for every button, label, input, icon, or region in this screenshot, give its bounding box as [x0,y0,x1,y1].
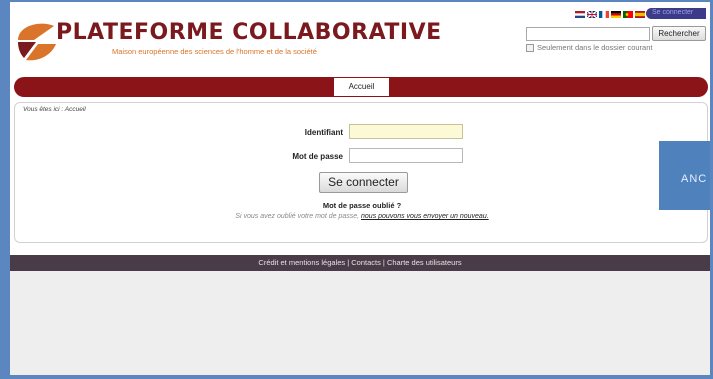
page-background-area [10,271,710,375]
logo-subtitle: Maison européenne des sciences de l'homm… [112,47,317,56]
search-current-folder-option[interactable]: Seulement dans le dossier courant [526,43,653,52]
search-button[interactable]: Rechercher [652,26,706,41]
fr-flag-icon[interactable] [599,11,609,18]
forgot-password-title: Mot de passe oublié ? [322,201,402,210]
logo-mark-icon [18,23,56,61]
identifiant-label: Identifiant [304,128,343,137]
footer-bar[interactable]: Crédit et mentions légales | Contacts | … [10,255,710,271]
top-login-link[interactable]: Se connecter [646,8,706,19]
breadcrumb: Vous êtes ici : Accueil [23,106,86,113]
password-field[interactable] [349,148,463,163]
es-flag-icon[interactable] [635,11,645,18]
site-logo[interactable]: PLATEFORME COLLABORATIVE Maison européen… [14,18,441,66]
language-flags [575,11,645,18]
forgot-password-text: Si vous avez oublié votre mot de passe, … [15,213,709,220]
forgot-password-sentence: Si vous avez oublié votre mot de passe, [235,213,362,220]
password-label: Mot de passe [292,152,343,161]
gb-flag-icon[interactable] [587,11,597,18]
current-folder-checkbox[interactable] [526,43,534,52]
identifiant-field[interactable] [349,124,463,139]
forgot-password-link[interactable]: nous pouvons vous envoyer un nouveau. [361,213,489,220]
side-tab[interactable]: ANC [659,141,713,210]
pt-flag-icon[interactable] [623,11,633,18]
logo-title: PLATEFORME COLLABORATIVE [56,20,442,45]
content-box: Vous êtes ici : Accueil Identifiant Mot … [14,102,708,243]
nl-flag-icon[interactable] [575,11,585,18]
tab-accueil[interactable]: Accueil [334,78,389,96]
login-submit-button[interactable]: Se connecter [319,172,408,193]
de-flag-icon[interactable] [611,11,621,18]
current-folder-label: Seulement dans le dossier courant [537,43,653,52]
main-nav-bar: Accueil [14,77,708,97]
search-input[interactable] [526,27,650,41]
